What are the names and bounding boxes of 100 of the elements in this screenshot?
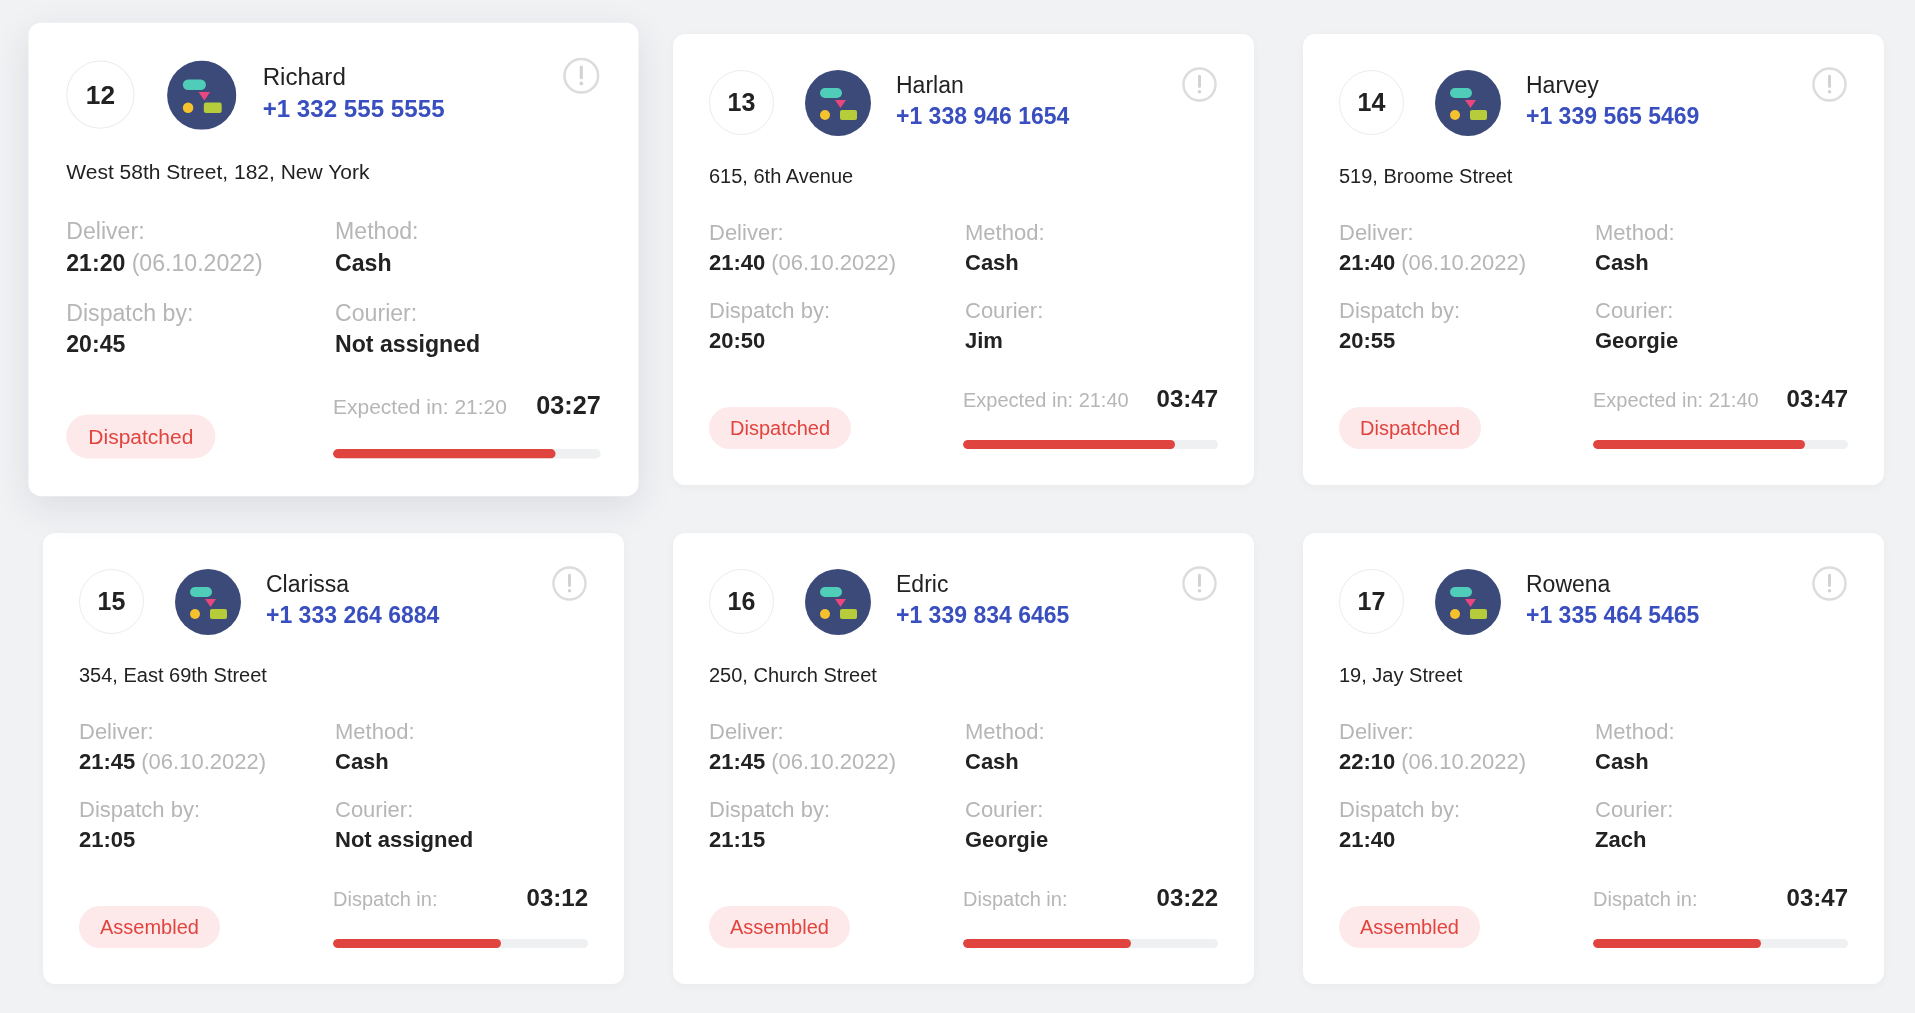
field-value: 21:45 (79, 749, 136, 774)
delivery-address: 615, 6th Avenue (709, 164, 855, 189)
field-label: Courier: (965, 796, 1045, 824)
field-label: Courier: (965, 297, 1045, 325)
field-label: Deliver: (709, 718, 785, 746)
field-value: 20:45 (66, 331, 126, 358)
field-label: Method: (335, 217, 420, 247)
field-label: Dispatch by: (709, 297, 832, 325)
field-value: Not assigned (335, 827, 474, 852)
field-label: Dispatch by: (709, 796, 832, 824)
exclamation-icon[interactable] (1812, 566, 1847, 601)
countdown-time: 03:47 (1156, 384, 1218, 414)
delivery-address: West 58th Street, 182, New York (66, 159, 371, 186)
field-label: Method: (965, 718, 1046, 746)
field-note: (06.10.2022) (1401, 250, 1527, 275)
customer-name: Rowena (1526, 570, 1612, 597)
status-badge: Assembled (79, 906, 220, 948)
field-value: Cash (335, 749, 389, 774)
field-value: 21:45 (709, 749, 766, 774)
timer-label: Dispatch in: (1593, 887, 1698, 912)
field-label: Dispatch by: (1339, 796, 1462, 824)
field-note: (06.10.2022) (141, 749, 267, 774)
exclamation-icon[interactable] (1812, 67, 1847, 102)
logo-icon (167, 60, 237, 130)
field-label: Dispatch by: (66, 298, 195, 329)
timer-label: Expected in: 21:40 (1593, 388, 1759, 413)
field-label: Deliver: (1339, 219, 1415, 247)
field-label: Method: (965, 219, 1046, 247)
countdown-time: 03:47 (1786, 384, 1848, 414)
field-value: 21:40 (709, 250, 766, 275)
field-value: Georgie (1595, 328, 1679, 353)
field-value: 21:05 (79, 827, 136, 852)
status-badge: Dispatched (1339, 407, 1482, 449)
field-value: 20:50 (709, 328, 766, 353)
field-value: Cash (1595, 250, 1649, 275)
field-note: (06.10.2022) (1401, 749, 1527, 774)
status-badge: Assembled (709, 906, 850, 948)
phone-link[interactable]: +1 339 834 6465 (896, 601, 1070, 628)
field-label: Deliver: (1339, 718, 1415, 746)
field-value: Cash (1595, 749, 1649, 774)
phone-link[interactable]: +1 338 946 1654 (896, 102, 1070, 129)
field-label: Dispatch by: (79, 796, 202, 824)
field-value: 21:15 (709, 827, 766, 852)
delivery-address: 19, Jay Street (1339, 663, 1464, 688)
countdown-time: 03:47 (1786, 883, 1848, 913)
field-note: (06.10.2022) (131, 249, 263, 276)
order-card[interactable]: 16 Edric +1 339 834 6465 250, Church Street Deliver: 21:45 (06.10.2022) Method: Cash Dispatch by: 21:15 Courier: Georgie Assembled Dispatch in: 03:22 (673, 533, 1254, 984)
field-value: Not assigned (335, 331, 481, 358)
field-label: Deliver: (79, 718, 155, 746)
customer-name: Harlan (896, 71, 965, 98)
field-label: Method: (1595, 219, 1676, 247)
logo-icon (1435, 69, 1501, 136)
delivery-address: 354, East 69th Street (79, 663, 268, 688)
order-card[interactable]: 15 Clarissa +1 333 264 6884 354, East 69th Street Deliver: 21:45 (06.10.2022) Method: Cash Dispatch by: 21:05 Courier: Not assigned Assembled Dispatch in: 03:12 (43, 533, 624, 984)
phone-link[interactable]: +1 332 555 5555 (262, 94, 445, 122)
delivery-address: 519, Broome Street (1339, 164, 1514, 189)
field-label: Deliver: (709, 219, 785, 247)
order-card[interactable]: 14 Harvey +1 339 565 5469 519, Broome Street Deliver: 21:40 (06.10.2022) Method: Cash Dispatch by: 20:55 Courier: Georgie Dispatched Expected in: 21:40 03:47 (1303, 34, 1884, 485)
exclamation-icon[interactable] (1182, 566, 1217, 601)
field-note: (06.10.2022) (771, 250, 897, 275)
phone-link[interactable]: +1 339 565 5469 (1526, 102, 1700, 129)
logo-icon (805, 568, 871, 635)
status-badge: Dispatched (709, 407, 852, 449)
status-badge: Dispatched (66, 414, 216, 459)
exclamation-icon[interactable] (562, 57, 600, 95)
field-label: Method: (1595, 718, 1676, 746)
field-label: Method: (335, 718, 416, 746)
customer-name: Clarissa (266, 570, 351, 597)
phone-link[interactable]: +1 333 264 6884 (266, 601, 440, 628)
field-value: 20:55 (1339, 328, 1396, 353)
countdown-time: 03:22 (1156, 883, 1218, 913)
exclamation-icon[interactable] (1182, 67, 1217, 102)
customer-name: Edric (896, 570, 950, 597)
field-label: Dispatch by: (1339, 297, 1462, 325)
customer-name: Richard (262, 62, 347, 90)
logo-icon (1435, 568, 1501, 635)
field-value: Georgie (965, 827, 1049, 852)
timer-label: Dispatch in: (333, 887, 438, 912)
field-label: Courier: (335, 298, 419, 329)
order-card[interactable]: 13 Harlan +1 338 946 1654 615, 6th Avenue Deliver: 21:40 (06.10.2022) Method: Cash Dispatch by: 20:50 Courier: Jim Dispatched Expected in: 21:40 03:47 (673, 34, 1254, 485)
field-value: 22:10 (1339, 749, 1396, 774)
field-label: Courier: (1595, 297, 1675, 325)
countdown-time: 03:27 (536, 390, 601, 422)
delivery-address: 250, Church Street (709, 663, 878, 688)
field-value: Cash (965, 749, 1019, 774)
timer-label: Expected in: 21:20 (333, 394, 507, 421)
order-card[interactable]: 17 Rowena +1 335 464 5465 19, Jay Street Deliver: 22:10 (06.10.2022) Method: Cash Dispatch by: 21:40 Courier: Zach Assembled Dispatch in: 03:47 (1303, 533, 1884, 984)
field-label: Courier: (335, 796, 415, 824)
status-badge: Assembled (1339, 906, 1480, 948)
field-value: Cash (965, 250, 1019, 275)
field-value: 21:40 (1339, 827, 1396, 852)
order-card[interactable]: 12 Richard +1 332 555 5555 West 58th Street, 182, New York Deliver: 21:20 (06.10.2022) Method: Cash Dispatch by: 20:45 Courier: Not assigned Dispatched Expected in: 21:20 03:27 (28, 22, 639, 497)
field-note: (06.10.2022) (771, 749, 897, 774)
field-label: Courier: (1595, 796, 1675, 824)
timer-label: Dispatch in: (963, 887, 1068, 912)
phone-link[interactable]: +1 335 464 5465 (1526, 601, 1700, 628)
field-value: Zach (1595, 827, 1647, 852)
exclamation-icon[interactable] (552, 566, 587, 601)
field-label: Deliver: (66, 217, 146, 247)
field-value: Jim (965, 328, 1003, 353)
